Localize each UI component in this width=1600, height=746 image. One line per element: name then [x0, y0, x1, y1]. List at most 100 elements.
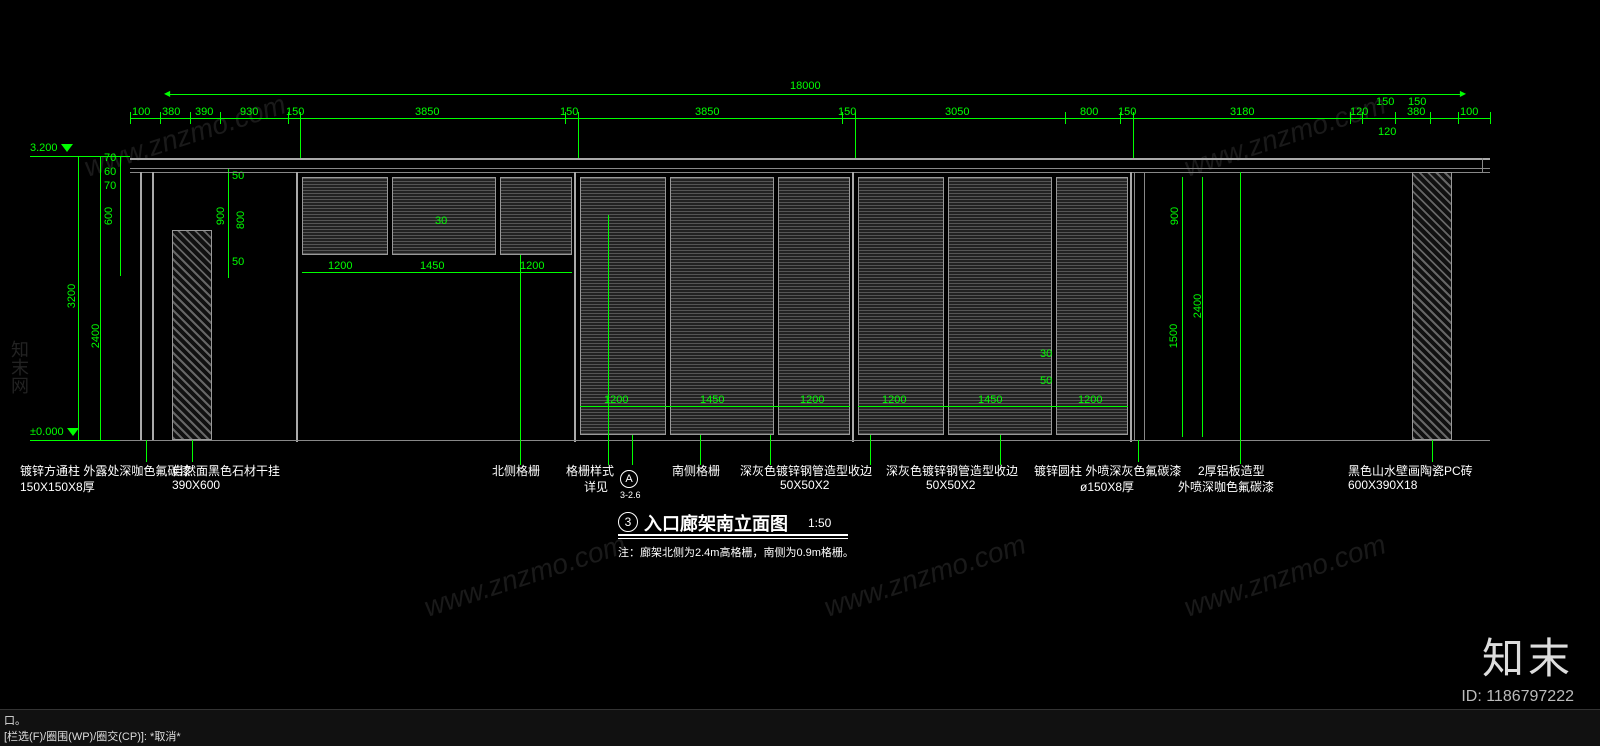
label-sq-column: 镀锌方通柱 外露处深咖色氟碳漆: [20, 462, 191, 479]
label-stone: 自然面黑色石材干挂: [172, 462, 280, 479]
dim-tick: [1458, 112, 1459, 124]
detail-ref-bubble: A: [620, 470, 638, 488]
label-round-col: 镀锌圆柱 外喷深灰色氟碳漆: [1034, 462, 1181, 479]
leader: [1432, 440, 1433, 462]
leader: [1000, 435, 1001, 465]
dim-tick: [220, 112, 221, 124]
dim-top: 3850: [415, 106, 439, 118]
dim-line-overall: [170, 94, 1460, 95]
col: [574, 172, 576, 442]
cmd-line-1: 口。: [4, 712, 1596, 728]
dim-row: 1200: [328, 260, 352, 272]
dim-overall: 18000: [790, 80, 821, 92]
dim-left: 70: [104, 152, 116, 164]
label-tile-size: 600X390X18: [1348, 478, 1417, 492]
dim-left: 70: [104, 180, 116, 192]
dim-top: 380: [162, 106, 180, 118]
dim-top: 150: [1408, 96, 1426, 108]
dim-top: 390: [195, 106, 213, 118]
dim-inner: 50: [1040, 375, 1052, 387]
label-tube1: 深灰色镀锌钢管造型收边: [740, 462, 872, 479]
dim-right: 1500: [1168, 324, 1180, 348]
label-south-grille: 南侧格栅: [672, 462, 720, 479]
dim-line-v4: [228, 168, 229, 278]
dim-row: 1450: [700, 394, 724, 406]
dim-row: 1200: [520, 260, 544, 272]
ext-line: [855, 118, 856, 158]
beam-bot: [130, 168, 1490, 169]
label-tube2-size: 50X50X2: [926, 478, 975, 492]
level-line: [30, 440, 130, 441]
dim-left: 900: [215, 207, 227, 225]
watermark: www.znzmo.com: [1180, 528, 1390, 623]
dim-row: 1200: [882, 394, 906, 406]
col: [296, 172, 298, 442]
leader: [520, 255, 521, 465]
ext-line: [578, 118, 579, 158]
dim-row: 1450: [420, 260, 444, 272]
leader: [146, 440, 147, 462]
label-tube1-size: 50X50X2: [780, 478, 829, 492]
leader: [770, 435, 771, 465]
dim-top: 3180: [1230, 106, 1254, 118]
dim-tick: [1065, 112, 1066, 124]
dim-top: 150: [1376, 96, 1394, 108]
title-scale: 1:50: [808, 516, 831, 530]
leader: [700, 435, 701, 465]
dim-left: 50: [232, 256, 244, 268]
dim-line-v3: [120, 156, 121, 276]
dim-left: 600: [103, 207, 115, 225]
leader: [1240, 172, 1241, 464]
label-north-grille: 北侧格栅: [492, 462, 540, 479]
stone-pillar-right: [1412, 172, 1452, 440]
reveal: [1134, 172, 1135, 440]
level-top: 3.200: [30, 142, 73, 154]
leader: [192, 440, 193, 462]
image-id: ID: 1186797222: [1461, 688, 1574, 706]
dim-tick: [160, 112, 161, 124]
dim-top: 150: [286, 106, 304, 118]
dim-top: 150: [560, 106, 578, 118]
dim-left: 3200: [66, 284, 78, 308]
dim-left: 800: [235, 211, 247, 229]
label-round-col-size: ø150X8厚: [1080, 478, 1134, 495]
grille-panel: [500, 177, 572, 255]
dim-left: 60: [104, 166, 116, 178]
dim-inner: 30: [1040, 348, 1052, 360]
col: [852, 172, 854, 442]
reveal: [1144, 172, 1145, 440]
label-stone-size: 390X600: [172, 478, 220, 492]
leader: [870, 435, 871, 465]
dim-left: 2400: [90, 324, 102, 348]
label-alum-paint: 外喷深咖色氟碳漆: [1178, 478, 1274, 495]
watermark-side: 知末网: [6, 340, 32, 394]
title-underline-thick: [618, 534, 848, 536]
beam-top: [130, 158, 1490, 160]
watermark: www.znzmo.com: [820, 528, 1030, 623]
title-number-circle: 3: [618, 512, 638, 532]
cad-command-line[interactable]: 口。 [栏选(F)/圈围(WP)/圈交(CP)]: *取消*: [0, 709, 1600, 746]
level-bottom: ±0.000: [30, 426, 79, 438]
dim-line-right: [1182, 177, 1183, 437]
col: [1130, 172, 1132, 442]
dim-top: 120: [1350, 106, 1368, 118]
dim-row: [858, 406, 1128, 407]
dim-row: [580, 406, 850, 407]
ext-line: [1133, 118, 1134, 158]
label-sq-column-size: 150X150X8厚: [20, 478, 95, 495]
detail-ref-num: 3-2.6: [620, 490, 641, 500]
dim-top: 120: [1378, 126, 1396, 138]
col-left-b: [152, 172, 154, 440]
dim-row: [302, 272, 572, 273]
dim-top: 3850: [695, 106, 719, 118]
ground: [120, 440, 1490, 441]
leader: [608, 215, 609, 465]
dim-tick: [190, 112, 191, 124]
label-grille-style-a: 格栅样式: [566, 462, 614, 479]
beam-bot2: [130, 172, 1490, 173]
dim-tick: [130, 112, 131, 124]
leader: [632, 435, 633, 465]
dim-line-top2: [130, 118, 1490, 119]
brand-logo: 知末: [1482, 625, 1574, 686]
label-grille-style-b: 详见: [584, 478, 608, 495]
